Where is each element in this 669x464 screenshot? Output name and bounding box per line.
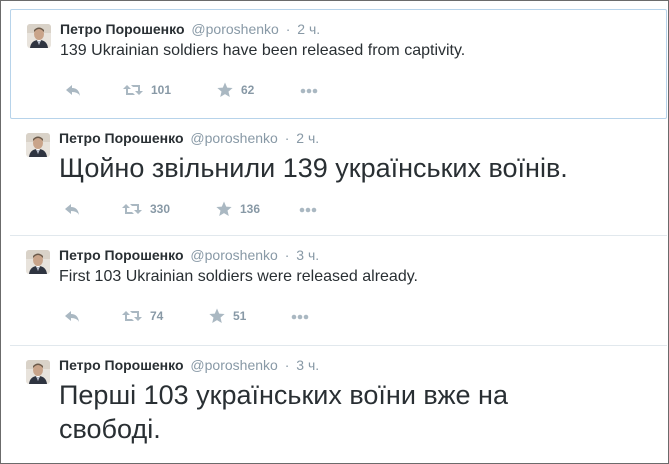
author-handle[interactable]: @poroshenko: [190, 357, 277, 373]
tweet-actions: 330 136: [59, 201, 379, 221]
tweet-actions: 74 51: [59, 308, 379, 328]
more-button[interactable]: [299, 207, 317, 213]
retweet-count: 101: [151, 83, 172, 97]
reply-icon: [65, 82, 81, 98]
tweet-header: Петро Порошенко @poroshenko · 2 ч.: [60, 20, 320, 38]
timestamp[interactable]: 3 ч.: [296, 357, 319, 373]
avatar[interactable]: [26, 360, 50, 384]
more-icon: [291, 314, 309, 320]
author-fullname[interactable]: Петро Порошенко: [60, 21, 185, 37]
more-icon: [299, 207, 317, 213]
retweet-button[interactable]: 101: [123, 82, 171, 98]
avatar[interactable]: [26, 133, 50, 157]
timeline: Петро Порошенко @poroshenko · 2 ч. 139 U…: [0, 0, 669, 464]
reply-icon: [64, 201, 80, 217]
tweet-text: Щойно звільнили 139 українських воїнів.: [59, 153, 568, 183]
retweet-icon: [122, 308, 142, 324]
tweet[interactable]: Петро Порошенко @poroshenko · 3 ч. First…: [10, 236, 667, 346]
favorite-star-icon: [217, 82, 233, 98]
author-fullname[interactable]: Петро Порошенко: [59, 247, 184, 263]
separator: ·: [284, 130, 290, 146]
tweet[interactable]: Петро Порошенко @poroshenko · 2 ч. 139 U…: [10, 9, 667, 119]
reply-button[interactable]: [65, 82, 81, 98]
retweet-icon: [122, 201, 142, 217]
retweet-count: 74: [150, 309, 164, 323]
author-handle[interactable]: @poroshenko: [191, 21, 278, 37]
tweet-text: First 103 Ukrainian soldiers were releas…: [59, 268, 418, 285]
favorite-count: 62: [241, 83, 255, 97]
author-handle[interactable]: @poroshenko: [190, 247, 277, 263]
tweet-header: Петро Порошенко @poroshenko · 2 ч.: [59, 129, 319, 147]
author-fullname[interactable]: Петро Порошенко: [59, 357, 184, 373]
separator: ·: [284, 357, 290, 373]
tweet-header: Петро Порошенко @poroshenko · 3 ч.: [59, 246, 319, 264]
more-button[interactable]: [300, 88, 318, 94]
tweet[interactable]: Петро Порошенко @poroshenko · 2 ч. Щойно…: [10, 119, 667, 236]
tweet-header: Петро Порошенко @poroshenko · 3 ч.: [59, 356, 319, 374]
separator: ·: [285, 21, 291, 37]
favorite-button[interactable]: 136: [216, 201, 260, 217]
more-icon: [300, 88, 318, 94]
tweet-actions: 101 62: [60, 82, 380, 102]
retweet-count: 330: [150, 202, 171, 216]
retweet-icon: [123, 82, 143, 98]
favorite-button[interactable]: 62: [217, 82, 254, 98]
retweet-button[interactable]: 74: [122, 308, 163, 324]
timestamp[interactable]: 3 ч.: [296, 247, 319, 263]
tweet-text: 139 Ukrainian soldiers have been release…: [60, 42, 466, 59]
author-fullname[interactable]: Петро Порошенко: [59, 130, 184, 146]
favorite-count: 51: [233, 309, 247, 323]
timestamp[interactable]: 2 ч.: [296, 130, 319, 146]
favorite-count: 136: [240, 202, 261, 216]
timestamp[interactable]: 2 ч.: [297, 21, 320, 37]
reply-icon: [64, 308, 80, 324]
avatar[interactable]: [26, 250, 50, 274]
favorite-star-icon: [216, 201, 232, 217]
author-handle[interactable]: @poroshenko: [190, 130, 277, 146]
favorite-button[interactable]: 51: [209, 308, 246, 324]
separator: ·: [284, 247, 290, 263]
favorite-star-icon: [209, 308, 225, 324]
tweet[interactable]: Петро Порошенко @poroshenko · 3 ч. Перші…: [10, 346, 667, 463]
retweet-button[interactable]: 330: [122, 201, 170, 217]
avatar[interactable]: [27, 24, 51, 48]
reply-button[interactable]: [64, 201, 80, 217]
tweet-text: Перші 103 українських воїни вже на свобо…: [59, 380, 508, 444]
more-button[interactable]: [291, 314, 309, 320]
reply-button[interactable]: [64, 308, 80, 324]
